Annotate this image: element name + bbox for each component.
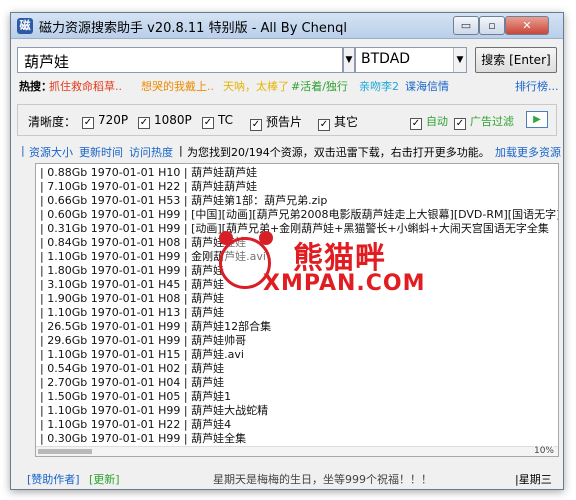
list-item[interactable]: | 1.10Gb 1970-01-01 H13 | 葫芦娃 <box>40 306 224 320</box>
check-icon: ✓ <box>82 117 94 129</box>
separator: | <box>179 144 183 157</box>
sort-time-link[interactable]: 更新时间 <box>79 144 123 160</box>
list-item[interactable]: | 0.60Gb 1970-01-01 H99 | [中国][动画][葫芦兄弟2… <box>40 208 558 222</box>
search-button[interactable]: 搜索 [Enter] <box>475 47 557 73</box>
list-item[interactable]: | 1.10Gb 1970-01-01 H15 | 葫芦娃.avi <box>40 348 244 362</box>
donate-link[interactable]: [赞助作者] <box>27 471 80 487</box>
play-icon[interactable]: ▶ <box>526 111 548 128</box>
checkbox-label: TC <box>218 113 234 127</box>
result-summary: 为您找到20/194个资源，双击迅雷下载，右击打开更多功能。 <box>187 146 490 159</box>
chevron-down-icon[interactable]: ▼ <box>453 48 466 72</box>
list-item[interactable]: | 1.80Gb 1970-01-01 H99 | 葫芦娃 <box>40 264 224 278</box>
app-window: 磁 磁力资源搜索助手 v20.8.11 特别版 - All By Chenql … <box>10 12 564 490</box>
status-bar: [赞助作者] [更新] 星期天是梅梅的生日，坐等999个祝福！！！ |星期三 <box>17 469 557 487</box>
minimize-button[interactable]: ▭ <box>453 16 479 35</box>
list-item[interactable]: | 2.70Gb 1970-01-01 H04 | 葫芦娃 <box>40 376 224 390</box>
list-item[interactable]: | 0.54Gb 1970-01-01 H02 | 葫芦娃 <box>40 362 224 376</box>
update-link[interactable]: [更新] <box>89 471 120 487</box>
checkbox-ad-filter[interactable]: ✓ 广告过滤 <box>454 113 514 130</box>
list-item[interactable]: | 3.10Gb 1970-01-01 H45 | 葫芦娃 <box>40 278 224 292</box>
check-icon: ✓ <box>318 119 330 131</box>
checkbox-trailer[interactable]: ✓ 预告片 <box>250 113 302 131</box>
hot-label: 热搜： <box>19 80 52 93</box>
list-item[interactable]: | 1.90Gb 1970-01-01 H08 | 葫芦娃 <box>40 292 224 306</box>
maximize-button[interactable]: ▫ <box>479 16 505 35</box>
hot-item[interactable]: 天呐，太棒了 <box>223 78 289 94</box>
close-button[interactable]: ✕ <box>505 16 549 35</box>
weekday-text: |星期三 <box>515 473 552 486</box>
hot-item[interactable]: 想哭的我戴上.. <box>141 78 214 94</box>
check-icon: ✓ <box>410 118 422 130</box>
app-magnet-icon: 磁 <box>17 18 33 34</box>
info-row: | 资源大小 更新时间 访问热度 | 为您找到20/194个资源，双击迅雷下载，… <box>21 144 561 160</box>
scrollbar-thumb[interactable] <box>38 449 92 454</box>
sort-size-link[interactable]: 资源大小 <box>29 144 73 160</box>
checkbox-1080p[interactable]: ✓ 1080P <box>138 113 192 129</box>
horizontal-scrollbar[interactable] <box>36 446 558 456</box>
check-icon: ✓ <box>454 118 466 130</box>
checkbox-label: 广告过滤 <box>470 115 514 128</box>
separator: | <box>21 144 25 157</box>
checkbox-tc[interactable]: ✓ TC <box>202 113 233 129</box>
resolution-label: 清晰度： <box>28 115 77 129</box>
check-icon: ✓ <box>202 117 214 129</box>
ranking-link[interactable]: 排行榜... <box>515 78 559 94</box>
checkbox-label: 预告片 <box>266 115 303 129</box>
list-item[interactable]: | 1.10Gb 1970-01-01 H99 | 葫芦娃大战蛇精 <box>40 404 268 418</box>
hot-item[interactable]: 谍海信情 <box>405 78 449 94</box>
sort-hot-link[interactable]: 访问热度 <box>129 144 173 160</box>
check-icon: ✓ <box>250 119 262 131</box>
filter-panel: 清晰度： ✓ 720P ✓ 1080P ✓ TC ✓ 预告片 ✓ 其它 ✓ 自动 ✓ 广告过滤… <box>17 104 557 136</box>
checkbox-label: 其它 <box>334 115 359 129</box>
result-list[interactable]: | 0.88Gb 1970-01-01 H10 | 葫芦娃葫芦娃 | 7.10G… <box>35 163 559 457</box>
checkbox-label: 720P <box>98 113 129 127</box>
checkbox-label: 1080P <box>154 113 192 127</box>
list-item[interactable]: | 0.88Gb 1970-01-01 H10 | 葫芦娃葫芦娃 <box>40 166 257 180</box>
status-message: 星期天是梅梅的生日，坐等999个祝福！！！ <box>213 473 432 486</box>
watermark-en: XMPAN.COM <box>263 271 426 296</box>
list-item[interactable]: | 29.6Gb 1970-01-01 H99 | 葫芦娃帅哥 <box>40 334 246 348</box>
hot-item[interactable]: 抓住救命稻草.. <box>49 78 122 94</box>
title-bar[interactable]: 磁 磁力资源搜索助手 v20.8.11 特别版 - All By Chenql … <box>11 13 563 39</box>
search-input[interactable]: 葫芦娃 <box>17 47 343 73</box>
checkbox-auto[interactable]: ✓ 自动 <box>410 113 448 130</box>
list-item[interactable]: | 0.84Gb 1970-01-01 H08 | 葫芦娃娃娃 <box>40 236 246 250</box>
engine-select[interactable]: BTDAD ▼ <box>355 47 467 73</box>
hot-item[interactable]: 亲吻李2 <box>359 78 399 94</box>
hot-search-row: 热搜： 抓住救命稻草.. 想哭的我戴上.. 天呐，太棒了 #活着/独行 亲吻李2… <box>19 78 559 94</box>
list-item[interactable]: | 0.30Gb 1970-01-01 H99 | 葫芦娃全集 <box>40 432 246 446</box>
search-history-dropdown[interactable]: ▼ <box>343 47 355 73</box>
list-item[interactable]: | 1.50Gb 1970-01-01 H05 | 葫芦娃1 <box>40 390 231 404</box>
load-more-link[interactable]: 加载更多资源 <box>495 144 561 160</box>
list-item[interactable]: | 1.10Gb 1970-01-01 H22 | 葫芦娃4 <box>40 418 231 432</box>
checkbox-label: 自动 <box>426 115 448 128</box>
progress-text: 10% <box>533 446 554 456</box>
list-item[interactable]: | 0.66Gb 1970-01-01 H53 | 葫芦娃第1部：葫芦兄弟.zi… <box>40 194 327 208</box>
hot-item[interactable]: #活着/独行 <box>291 78 348 94</box>
list-item[interactable]: | 7.10Gb 1970-01-01 H22 | 葫芦娃葫芦娃 <box>40 180 257 194</box>
checkbox-other[interactable]: ✓ 其它 <box>318 113 358 131</box>
checkbox-720p[interactable]: ✓ 720P <box>82 113 128 129</box>
window-title: 磁力资源搜索助手 v20.8.11 特别版 - All By Chenql <box>39 21 347 36</box>
check-icon: ✓ <box>138 117 150 129</box>
list-item[interactable]: | 26.5Gb 1970-01-01 H99 | 葫芦娃12部合集 <box>40 320 271 334</box>
engine-value: BTDAD <box>361 51 411 67</box>
